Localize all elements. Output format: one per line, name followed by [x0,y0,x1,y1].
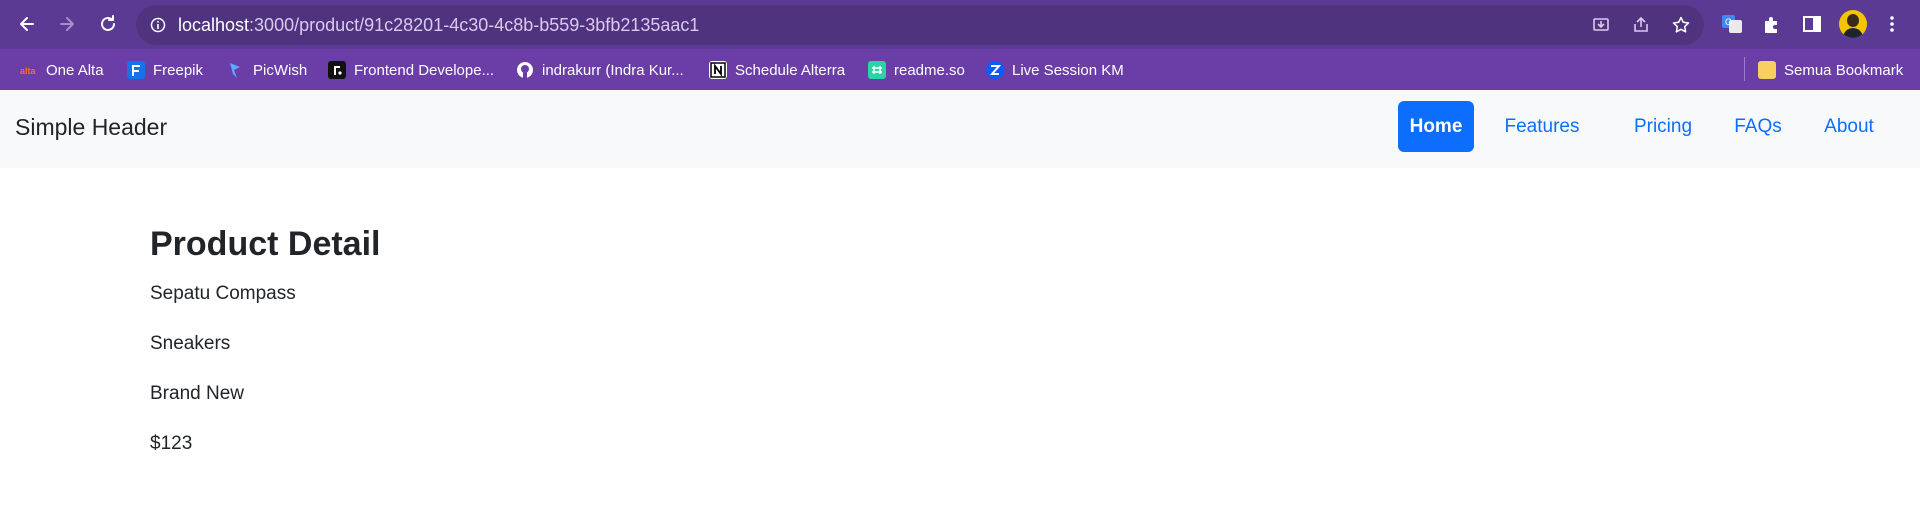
bookmark-label: Freepik [153,61,204,79]
bookmark-schedule-alterra[interactable]: Schedule Alterra [709,59,845,81]
github-icon [516,61,534,79]
bookmark-label: Frontend Develope... [354,61,495,79]
bookmarks-bar: alta One Alta Freepik PicWish Frontend D… [0,49,1920,90]
bookmark-label: Schedule Alterra [735,61,846,79]
alta-icon: alta [20,61,38,79]
all-bookmarks-label: Semua Bookmark [1784,61,1904,79]
bookmark-label: Live Session KM [1012,61,1124,79]
site-header: Simple Header Home Features Pricing FAQs… [0,90,1920,168]
google-translate-icon: G [1722,15,1742,33]
product-price: $123 [150,433,193,454]
arrow-left-icon [20,17,34,31]
nav-about[interactable]: About [1809,101,1889,152]
nav-home[interactable]: Home [1398,101,1474,152]
arrow-right-icon [60,17,74,31]
picwish-icon [227,61,245,79]
product-category: Sneakers [150,333,231,354]
url-host: localhost [178,15,250,35]
forward-button[interactable] [53,10,81,38]
freepik-icon [127,61,145,79]
extensions-button[interactable] [1760,12,1784,36]
brand-link[interactable]: Simple Header [15,114,167,141]
install-icon [1593,18,1609,31]
bookmark-label: indrakurr (Indra Kur... [542,61,684,79]
share-button[interactable] [1631,15,1651,35]
nav-pricing[interactable]: Pricing [1618,101,1708,152]
back-button[interactable] [13,10,41,38]
install-app-button[interactable] [1591,15,1611,35]
nav-faqs[interactable]: FAQs [1722,101,1794,152]
profile-avatar[interactable] [1839,10,1867,38]
bookmark-live-session[interactable]: Live Session KM [986,59,1124,81]
nav-features[interactable]: Features [1490,101,1594,152]
bookmark-picwish[interactable]: PicWish [227,59,307,81]
menu-button[interactable] [1880,12,1904,36]
bookmark-star-button[interactable] [1671,15,1691,35]
star-icon [1672,16,1690,33]
zoom-icon [986,61,1004,79]
notion-icon [709,61,727,79]
bookmark-github[interactable]: indrakurr (Indra Kur... [516,59,684,81]
folder-icon [1758,61,1776,79]
side-panel-button[interactable] [1800,12,1824,36]
share-icon [1634,16,1648,32]
reload-icon [101,15,115,31]
address-bar[interactable]: localhost:3000/product/91c28201-4c30-4c8… [136,5,1704,45]
bookmarks-divider [1744,57,1745,81]
bookmark-readme[interactable]: readme.so [868,59,965,81]
readme-icon [868,61,886,79]
kebab-menu-icon [1890,16,1894,32]
url-text[interactable]: localhost:3000/product/91c28201-4c30-4c8… [178,15,699,36]
bookmark-label: PicWish [253,61,308,79]
svg-text:alta: alta [20,66,37,76]
bookmark-freepik[interactable]: Freepik [127,59,203,81]
bookmark-one-alta[interactable]: alta One Alta [20,59,104,81]
bookmark-label: One Alta [46,61,104,79]
all-bookmarks-button[interactable]: Semua Bookmark [1758,59,1903,81]
page-title: Product Detail [150,225,381,263]
product-condition: Brand New [150,383,244,404]
url-path: :3000/product/91c28201-4c30-4c8b-b559-3b… [249,15,700,35]
product-detail-section: Product Detail Sepatu Compass Sneakers B… [150,225,381,454]
frontend-mentor-icon [328,61,346,79]
bookmark-frontend-developer[interactable]: Frontend Develope... [328,59,494,81]
translate-extension[interactable]: G [1720,12,1744,36]
site-info-icon[interactable] [150,17,166,33]
puzzle-icon [1765,17,1777,33]
bookmark-label: readme.so [894,61,965,79]
side-panel-icon [1803,16,1821,32]
browser-toolbar: localhost:3000/product/91c28201-4c30-4c8… [0,0,1920,49]
svg-text:G: G [1725,17,1732,27]
product-name: Sepatu Compass [150,283,296,304]
reload-button[interactable] [94,10,122,38]
